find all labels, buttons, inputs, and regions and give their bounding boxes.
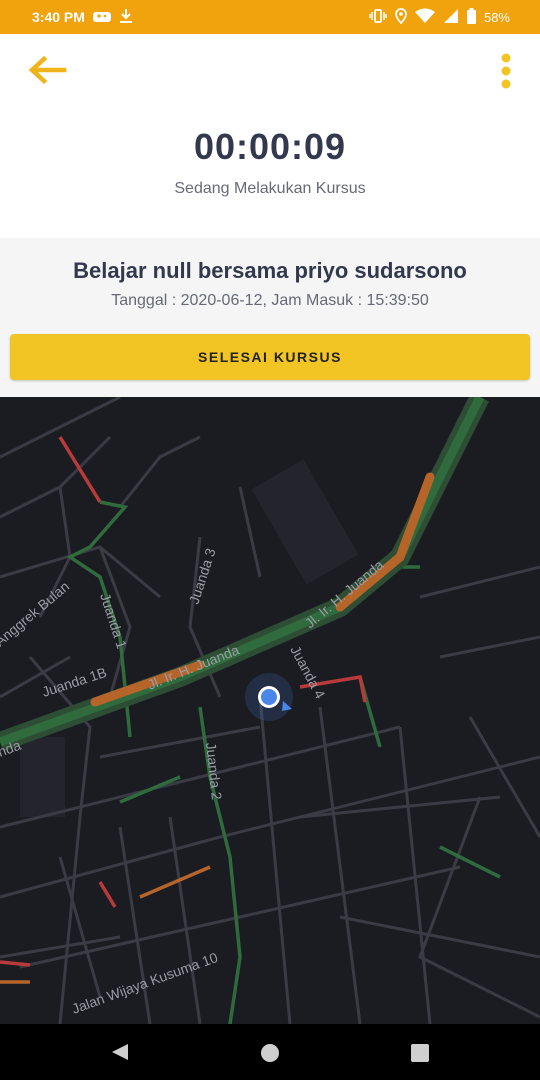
street-label-juanda-4: Juanda 4 <box>287 643 328 702</box>
arrow-left-icon <box>28 55 67 85</box>
back-button[interactable] <box>26 52 70 88</box>
current-location-marker <box>245 673 293 721</box>
street-label-juanda-3: Juanda 3 <box>186 546 219 606</box>
square-recents-icon[interactable] <box>410 1043 430 1063</box>
map-view[interactable]: Jl. Ir. H. Juanda Jl. Ir. H. Juanda nda … <box>0 397 540 1024</box>
status-bar: 3:40 PM 58% <box>0 0 540 34</box>
status-right-group: 58% <box>369 7 510 27</box>
signal-icon <box>443 8 459 27</box>
vibrate-icon <box>369 8 387 27</box>
status-time: 3:40 PM <box>32 9 85 25</box>
course-title: Belajar null bersama priyo sudarsono <box>73 258 467 283</box>
header: 00:00:09 Sedang Melakukan Kursus <box>0 34 540 238</box>
course-date: Tanggal : 2020-06-12, Jam Masuk : 15:39:… <box>111 292 429 309</box>
circle-home-icon[interactable] <box>260 1043 280 1063</box>
street-label-anggrek: Anggrek Bulan <box>0 578 72 649</box>
street-label-juanda-1: Juanda 1 <box>97 591 130 651</box>
gamepad-icon <box>92 9 111 26</box>
status-subtitle: Sedang Melakukan Kursus <box>174 180 366 197</box>
battery-percent: 58% <box>483 9 510 25</box>
elapsed-timer: 00:00:09 <box>193 126 347 167</box>
more-menu-button[interactable] <box>496 52 516 92</box>
course-info-panel: Belajar null bersama priyo sudarsono Tan… <box>0 238 540 397</box>
system-nav-bar <box>0 1024 540 1080</box>
triangle-back-icon[interactable] <box>108 1042 130 1062</box>
finish-course-button[interactable]: SELESAI KURSUS <box>10 334 530 380</box>
more-vertical-icon <box>501 53 511 89</box>
wifi-icon <box>414 8 435 27</box>
map-block <box>251 459 359 585</box>
map-canvas[interactable]: Jl. Ir. H. Juanda Jl. Ir. H. Juanda nda … <box>0 397 540 1024</box>
battery-icon <box>466 7 476 27</box>
street-label-juanda-2: Juanda 2 <box>203 742 225 801</box>
location-icon <box>395 7 407 27</box>
map-block <box>20 737 65 817</box>
download-icon <box>119 8 133 27</box>
